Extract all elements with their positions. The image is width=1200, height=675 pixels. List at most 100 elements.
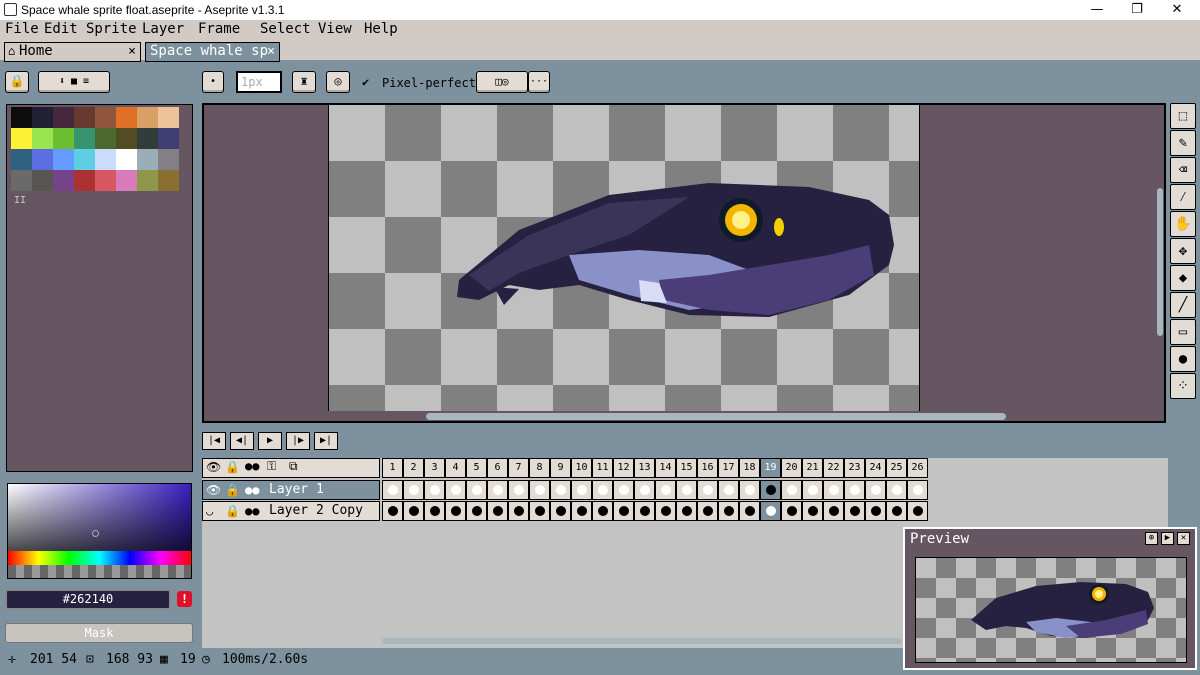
timeline-cel[interactable] bbox=[697, 501, 718, 521]
frame-header-cell[interactable]: 13 bbox=[634, 458, 655, 478]
tab-home[interactable]: ⌂ Home × bbox=[4, 42, 141, 62]
timeline-cel[interactable] bbox=[655, 501, 676, 521]
timeline-cel[interactable] bbox=[508, 480, 529, 500]
palette-swatch[interactable] bbox=[137, 170, 158, 191]
palette-swatch[interactable] bbox=[11, 128, 32, 149]
frame-header-cell[interactable]: 16 bbox=[697, 458, 718, 478]
frame-header-cell[interactable]: 24 bbox=[865, 458, 886, 478]
picker-cursor[interactable] bbox=[92, 530, 99, 537]
timeline-cel[interactable] bbox=[424, 501, 445, 521]
timeline-cel[interactable] bbox=[403, 501, 424, 521]
menu-file[interactable]: File bbox=[5, 21, 39, 37]
timeline-cel[interactable] bbox=[550, 480, 571, 500]
timeline-cel[interactable] bbox=[886, 480, 907, 500]
hidden-icon[interactable]: ◡ bbox=[206, 502, 213, 520]
eyedropper-icon[interactable]: ⁄ bbox=[1170, 184, 1196, 210]
frame-header-cell[interactable]: 25 bbox=[886, 458, 907, 478]
palette-swatch[interactable] bbox=[137, 107, 158, 128]
palette-swatch[interactable] bbox=[74, 128, 95, 149]
tab-home-close-icon[interactable]: × bbox=[128, 43, 136, 60]
frame-header-cell[interactable]: 19 bbox=[760, 458, 781, 478]
palette-swatch[interactable] bbox=[137, 149, 158, 170]
checkmark-icon[interactable]: ✔ bbox=[362, 75, 369, 89]
timeline-cel[interactable] bbox=[718, 501, 739, 521]
continuous-icon[interactable]: ●● bbox=[245, 502, 259, 520]
frame-header-cell[interactable]: 7 bbox=[508, 458, 529, 478]
hue-slider[interactable] bbox=[8, 551, 191, 565]
layer-row[interactable]: ◡ 🔒 ●● Layer 2 Copy bbox=[202, 501, 380, 521]
layer-row[interactable]: 👁 🔒 ●● Layer 1 bbox=[202, 480, 380, 500]
palette-swatch[interactable] bbox=[11, 149, 32, 170]
palette-swatch[interactable] bbox=[53, 107, 74, 128]
brush-size-input[interactable]: 1px bbox=[236, 71, 282, 93]
mask-button[interactable]: Mask bbox=[5, 623, 193, 643]
timeline-cel[interactable] bbox=[466, 480, 487, 500]
timeline-cel[interactable] bbox=[865, 480, 886, 500]
continuous-icon[interactable]: ●● bbox=[245, 459, 259, 473]
layer-name[interactable]: Layer 2 Copy bbox=[269, 502, 363, 520]
frame-header-cell[interactable]: 21 bbox=[802, 458, 823, 478]
timeline-cel[interactable] bbox=[529, 480, 550, 500]
palette-swatch[interactable] bbox=[137, 128, 158, 149]
frame-header-cell[interactable]: 5 bbox=[466, 458, 487, 478]
timeline-cel[interactable] bbox=[529, 501, 550, 521]
palette-swatch[interactable] bbox=[11, 107, 32, 128]
palette-swatch[interactable] bbox=[95, 170, 116, 191]
fill-bucket-icon[interactable]: ◆ bbox=[1170, 265, 1196, 291]
frame-header-cell[interactable]: 9 bbox=[550, 458, 571, 478]
frame-header-cell[interactable]: 12 bbox=[613, 458, 634, 478]
warning-icon[interactable]: ! bbox=[177, 591, 192, 607]
pencil-icon[interactable]: ✎ bbox=[1170, 130, 1196, 156]
timeline-cel[interactable] bbox=[823, 480, 844, 500]
palette-swatch[interactable] bbox=[158, 170, 179, 191]
onion-skin-icon[interactable]: ⧉ bbox=[289, 459, 298, 474]
timeline-cel[interactable] bbox=[508, 501, 529, 521]
timeline-cel[interactable] bbox=[823, 501, 844, 521]
palette-swatch[interactable] bbox=[95, 128, 116, 149]
palette-swatch[interactable] bbox=[32, 107, 53, 128]
frame-header-cell[interactable]: 2 bbox=[403, 458, 424, 478]
timeline-cel[interactable] bbox=[676, 480, 697, 500]
line-icon[interactable]: ╱ bbox=[1170, 292, 1196, 318]
visibility-icon[interactable]: 👁 bbox=[206, 481, 221, 499]
frame-header-cell[interactable]: 3 bbox=[424, 458, 445, 478]
palette-swatch[interactable] bbox=[32, 149, 53, 170]
palette-swatch[interactable] bbox=[158, 149, 179, 170]
palette-swatch[interactable] bbox=[95, 149, 116, 170]
color-picker[interactable] bbox=[7, 483, 192, 579]
lock-icon[interactable]: 🔒 bbox=[225, 481, 240, 499]
tab-sprite-close-icon[interactable]: × bbox=[267, 43, 275, 60]
palette-swatch[interactable] bbox=[74, 170, 95, 191]
menu-edit[interactable]: Edit bbox=[44, 21, 78, 37]
timeline-cel[interactable] bbox=[571, 501, 592, 521]
timeline-cel[interactable] bbox=[403, 480, 424, 500]
palette-swatch[interactable] bbox=[116, 149, 137, 170]
timeline-cel[interactable] bbox=[760, 501, 781, 521]
more-options-button[interactable]: ··· bbox=[528, 71, 550, 93]
palette-swatch[interactable] bbox=[32, 128, 53, 149]
palette-swatch[interactable] bbox=[158, 128, 179, 149]
timeline-cel[interactable] bbox=[592, 480, 613, 500]
frame-header-cell[interactable]: 1 bbox=[382, 458, 403, 478]
menu-select[interactable]: Select bbox=[260, 21, 311, 37]
timeline-cel[interactable] bbox=[865, 501, 886, 521]
symmetry-icon[interactable]: ◎ bbox=[326, 71, 350, 93]
frame-header-cell[interactable]: 14 bbox=[655, 458, 676, 478]
palette-swatch[interactable] bbox=[11, 170, 32, 191]
ink-icon[interactable]: ♜ bbox=[292, 71, 316, 93]
tab-sprite[interactable]: Space whale sp × bbox=[145, 42, 280, 62]
eraser-icon[interactable]: ⌫ bbox=[1170, 157, 1196, 183]
play-icon[interactable]: ▶ bbox=[258, 432, 282, 450]
menu-sprite[interactable]: Sprite bbox=[86, 21, 137, 37]
palette-options-group[interactable]: ⬇ ■ ≡ bbox=[38, 71, 110, 93]
menu-frame[interactable]: Frame bbox=[198, 21, 240, 37]
frame-header-cell[interactable]: 4 bbox=[445, 458, 466, 478]
menu-help[interactable]: Help bbox=[364, 21, 398, 37]
menu-view[interactable]: View bbox=[318, 21, 352, 37]
brush-type-button[interactable]: • bbox=[202, 71, 224, 93]
timeline-cel[interactable] bbox=[655, 480, 676, 500]
lock-icon[interactable]: 🔒 bbox=[5, 71, 29, 93]
timeline-cel[interactable] bbox=[466, 501, 487, 521]
alpha-slider[interactable] bbox=[8, 565, 191, 578]
visibility-icon[interactable]: 👁 bbox=[206, 460, 221, 474]
